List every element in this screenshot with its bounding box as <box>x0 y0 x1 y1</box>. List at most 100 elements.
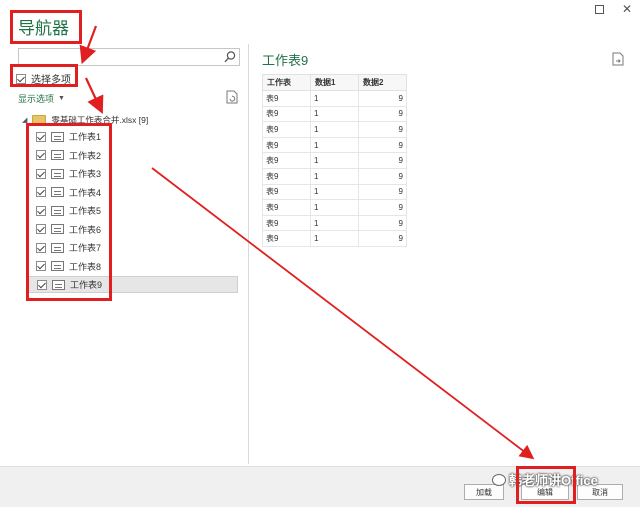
table-cell: 9 <box>358 167 407 185</box>
table-cell: 9 <box>358 230 407 247</box>
tree-item-sheet5[interactable]: 工作表5 <box>28 202 238 219</box>
window-title: 导航器 <box>18 19 69 38</box>
table-cell: 1 <box>310 90 359 107</box>
table-icon <box>52 279 65 290</box>
column-header[interactable]: 数据2 <box>358 74 407 91</box>
table-cell: 9 <box>358 183 407 201</box>
chevron-down-icon: ▼ <box>58 95 65 102</box>
close-button[interactable]: ✕ <box>620 2 634 16</box>
table-cell: 表9 <box>262 90 311 107</box>
table-row: 表9 1 9 <box>262 230 407 247</box>
tree-item-label: 工作表7 <box>69 243 102 253</box>
tree-item-checkbox[interactable] <box>36 150 46 160</box>
refresh-icon[interactable] <box>226 90 238 104</box>
column-header[interactable]: 工作表 <box>262 74 311 91</box>
preview-table: 工作表 数据1 数据2 表9 1 9 表9 1 9 表9 1 9 表9 1 9 表9 1 9 表9 1… <box>262 74 407 247</box>
maximize-icon <box>594 4 604 14</box>
table-cell: 表9 <box>262 121 311 138</box>
table-icon <box>51 224 64 234</box>
multi-select-checkbox[interactable] <box>16 73 26 84</box>
table-cell: 9 <box>358 136 407 154</box>
tree-item-checkbox[interactable] <box>36 187 46 197</box>
table-row: 表9 1 9 <box>262 183 407 201</box>
table-row: 表9 1 9 <box>262 136 407 154</box>
tree-item-label: 工作表6 <box>69 224 102 235</box>
tree-item-label: 工作表2 <box>69 150 102 161</box>
table-cell: 表9 <box>262 230 311 247</box>
table-row: 表9 1 9 <box>262 199 407 216</box>
table-cell: 1 <box>310 230 359 247</box>
annotation-arrow <box>85 77 104 114</box>
table-cell: 9 <box>358 121 407 138</box>
expand-triangle-icon[interactable]: ◢ <box>22 116 27 124</box>
wechat-icon <box>492 473 506 486</box>
table-cell: 9 <box>358 105 407 123</box>
preview-title: 工作表9 <box>262 53 309 68</box>
table-header-row: 工作表 数据1 数据2 <box>262 74 407 91</box>
table-icon <box>51 242 64 253</box>
table-cell: 表9 <box>262 152 311 169</box>
tree-item-sheet8[interactable]: 工作表8 <box>28 258 238 275</box>
tree-item-label: 工作表9 <box>70 280 103 290</box>
table-cell: 1 <box>310 167 359 185</box>
export-icon[interactable] <box>612 52 624 66</box>
table-row: 表9 1 9 <box>262 90 407 107</box>
watermark-text: 韩老师讲Office <box>509 473 598 488</box>
watermark: 韩老师讲Office <box>492 470 598 489</box>
tree-item-label: 工作表8 <box>69 261 102 272</box>
table-icon <box>51 205 64 216</box>
tree-item-checkbox[interactable] <box>37 279 47 290</box>
table-cell: 表9 <box>262 183 311 201</box>
window-controls: ✕ <box>592 2 634 16</box>
tree-item-sheet2[interactable]: 工作表2 <box>28 147 238 164</box>
table-row: 表9 1 9 <box>262 214 407 232</box>
table-cell: 9 <box>358 90 407 107</box>
table-row: 表9 1 9 <box>262 167 407 185</box>
table-cell: 1 <box>310 136 359 154</box>
tree-item-label: 工作表3 <box>69 169 102 179</box>
table-cell: 表9 <box>262 214 311 232</box>
search-input[interactable] <box>18 48 240 66</box>
tree-item-checkbox[interactable] <box>36 224 46 234</box>
tree-item-checkbox[interactable] <box>36 242 46 253</box>
tree-item-sheet6[interactable]: 工作表6 <box>28 221 238 238</box>
pane-divider[interactable] <box>248 44 249 464</box>
table-cell: 表9 <box>262 167 311 185</box>
table-cell: 9 <box>358 152 407 169</box>
tree-item-sheet9[interactable]: 工作表9 <box>28 276 238 293</box>
table-row: 表9 1 9 <box>262 121 407 138</box>
table-cell: 1 <box>310 121 359 138</box>
close-icon: ✕ <box>621 2 633 16</box>
tree-item-sheet4[interactable]: 工作表4 <box>28 184 238 201</box>
tree-item-sheet3[interactable]: 工作表3 <box>28 165 238 182</box>
tree-item-sheet7[interactable]: 工作表7 <box>28 239 238 256</box>
table-cell: 1 <box>310 199 359 216</box>
multi-select-option[interactable]: 选择多项 <box>16 71 71 86</box>
display-options-label: 显示选项 <box>18 94 55 104</box>
folder-icon <box>32 115 47 125</box>
table-icon <box>51 168 64 179</box>
table-cell: 1 <box>310 214 359 232</box>
multi-select-label: 选择多项 <box>31 75 71 86</box>
tree-item-label: 工作表1 <box>69 132 102 142</box>
tree-item-checkbox[interactable] <box>36 261 46 271</box>
tree-item-checkbox[interactable] <box>36 168 46 179</box>
tree-root-label: 零基础工作表合并.xlsx [9] <box>51 115 149 125</box>
tree-item-checkbox[interactable] <box>36 205 46 216</box>
search-icon[interactable] <box>223 50 237 64</box>
table-row: 表9 1 9 <box>262 105 407 123</box>
table-cell: 1 <box>310 105 359 123</box>
table-cell: 9 <box>358 199 407 216</box>
table-cell: 表9 <box>262 199 311 216</box>
maximize-button[interactable] <box>592 2 606 16</box>
tree-item-sheet1[interactable]: 工作表1 <box>28 128 238 145</box>
table-icon <box>51 150 64 160</box>
table-icon <box>51 131 64 142</box>
column-header[interactable]: 数据1 <box>310 74 359 91</box>
tree-root-workbook[interactable]: ◢ 零基础工作表合并.xlsx [9] <box>22 114 148 126</box>
table-icon <box>51 261 64 271</box>
display-options-dropdown[interactable]: 显示选项 ▼ <box>18 92 65 105</box>
table-cell: 9 <box>358 214 407 232</box>
table-cell: 表9 <box>262 105 311 123</box>
tree-item-checkbox[interactable] <box>36 131 46 142</box>
